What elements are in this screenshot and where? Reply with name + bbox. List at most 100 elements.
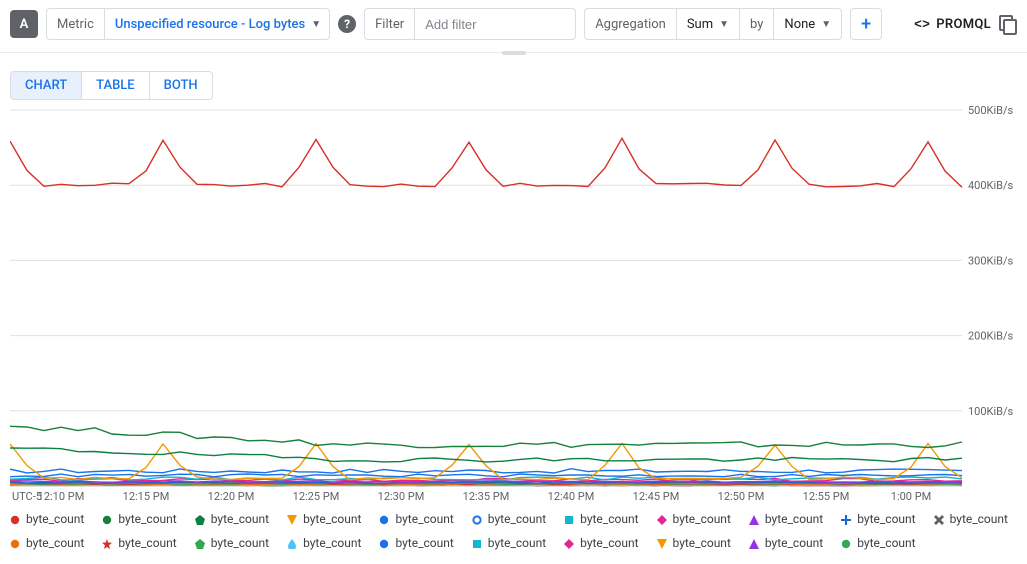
svg-text:100KiB/s: 100KiB/s bbox=[968, 405, 1014, 418]
legend-swatch-icon bbox=[749, 514, 759, 524]
legend-item[interactable]: byte_count bbox=[102, 512, 176, 526]
svg-text:12:20 PM: 12:20 PM bbox=[208, 490, 255, 503]
promql-toggle[interactable]: <> PROMQL bbox=[914, 17, 991, 32]
legend-item[interactable]: byte_count bbox=[195, 536, 269, 550]
legend-swatch-icon bbox=[195, 514, 205, 524]
code-icon: <> bbox=[914, 17, 930, 32]
filter-label: Filter bbox=[365, 9, 415, 39]
legend-item[interactable]: byte_count bbox=[841, 512, 915, 526]
legend-swatch-icon bbox=[657, 514, 667, 524]
chart-legend: byte_count byte_count byte_count byte_count… bbox=[0, 504, 1027, 564]
legend-swatch-icon bbox=[472, 538, 482, 548]
legend-item[interactable]: byte_count bbox=[564, 536, 638, 550]
legend-item[interactable]: byte_count bbox=[472, 512, 546, 526]
legend-label: byte_count bbox=[211, 536, 269, 550]
legend-item[interactable]: byte_count bbox=[10, 536, 84, 550]
legend-label: byte_count bbox=[395, 512, 453, 526]
legend-swatch-icon bbox=[10, 538, 20, 548]
legend-swatch-icon bbox=[10, 514, 20, 524]
metric-value-text: Unspecified resource - Log bytes bbox=[115, 17, 305, 32]
metric-value[interactable]: Unspecified resource - Log bytes ▼ bbox=[105, 9, 329, 39]
promql-label: PROMQL bbox=[936, 17, 991, 32]
svg-text:1:00 PM: 1:00 PM bbox=[891, 490, 931, 503]
aggregation-by-text: None bbox=[784, 17, 815, 32]
legend-swatch-icon bbox=[102, 514, 112, 524]
chart-container: 100KiB/s200KiB/s300KiB/s400KiB/s500KiB/s… bbox=[10, 104, 1017, 504]
legend-item[interactable]: byte_count bbox=[749, 512, 823, 526]
view-tab-both[interactable]: BOTH bbox=[150, 71, 213, 100]
legend-label: byte_count bbox=[488, 536, 546, 550]
chart-svg: 100KiB/s200KiB/s300KiB/s400KiB/s500KiB/s… bbox=[10, 104, 1017, 504]
legend-label: byte_count bbox=[488, 512, 546, 526]
legend-label: byte_count bbox=[765, 536, 823, 550]
svg-text:12:50 PM: 12:50 PM bbox=[718, 490, 765, 503]
aggregation-by[interactable]: None ▼ bbox=[774, 9, 841, 39]
legend-item[interactable]: byte_count bbox=[379, 536, 453, 550]
add-query-button[interactable]: + bbox=[850, 8, 882, 40]
aggregation-group: Aggregation Sum ▼ by None ▼ bbox=[584, 8, 842, 40]
svg-text:500KiB/s: 500KiB/s bbox=[968, 104, 1014, 117]
legend-item[interactable]: byte_count bbox=[472, 536, 546, 550]
legend-label: byte_count bbox=[303, 536, 361, 550]
svg-text:12:10 PM: 12:10 PM bbox=[38, 490, 85, 503]
svg-text:12:45 PM: 12:45 PM bbox=[633, 490, 680, 503]
legend-label: byte_count bbox=[765, 512, 823, 526]
copy-icon[interactable] bbox=[999, 15, 1017, 33]
svg-text:200KiB/s: 200KiB/s bbox=[968, 330, 1014, 343]
legend-swatch-icon bbox=[934, 514, 944, 524]
query-letter-badge: A bbox=[10, 10, 38, 38]
legend-item[interactable]: byte_count bbox=[657, 512, 731, 526]
legend-label: byte_count bbox=[857, 536, 915, 550]
legend-item[interactable]: byte_count bbox=[841, 536, 915, 550]
legend-swatch-icon bbox=[379, 514, 389, 524]
legend-label: byte_count bbox=[580, 536, 638, 550]
help-icon[interactable]: ? bbox=[338, 15, 356, 33]
query-toolbar: A Metric Unspecified resource - Log byte… bbox=[0, 0, 1027, 53]
legend-swatch-icon bbox=[657, 538, 667, 548]
legend-item[interactable]: byte_count bbox=[102, 536, 176, 550]
legend-swatch-icon bbox=[472, 514, 482, 524]
legend-item[interactable]: byte_count bbox=[195, 512, 269, 526]
svg-text:12:25 PM: 12:25 PM bbox=[293, 490, 340, 503]
legend-swatch-icon bbox=[287, 538, 297, 548]
view-tab-chart[interactable]: CHART bbox=[10, 71, 82, 100]
filter-input[interactable] bbox=[415, 9, 575, 39]
legend-swatch-icon bbox=[841, 514, 851, 524]
legend-swatch-icon bbox=[102, 538, 112, 548]
caret-down-icon: ▼ bbox=[311, 19, 321, 30]
aggregation-label: Aggregation bbox=[585, 9, 677, 39]
legend-item[interactable]: byte_count bbox=[934, 512, 1008, 526]
legend-item[interactable]: byte_count bbox=[749, 536, 823, 550]
svg-text:12:55 PM: 12:55 PM bbox=[803, 490, 850, 503]
legend-item[interactable]: byte_count bbox=[657, 536, 731, 550]
legend-label: byte_count bbox=[673, 536, 731, 550]
legend-label: byte_count bbox=[118, 536, 176, 550]
chart-plot[interactable]: 100KiB/s200KiB/s300KiB/s400KiB/s500KiB/s… bbox=[10, 104, 1017, 504]
caret-down-icon: ▼ bbox=[821, 19, 831, 30]
legend-label: byte_count bbox=[118, 512, 176, 526]
legend-label: byte_count bbox=[26, 536, 84, 550]
svg-text:12:15 PM: 12:15 PM bbox=[123, 490, 170, 503]
aggregation-func[interactable]: Sum ▼ bbox=[677, 9, 740, 39]
metric-selector[interactable]: Metric Unspecified resource - Log bytes … bbox=[46, 8, 330, 40]
legend-label: byte_count bbox=[580, 512, 638, 526]
legend-label: byte_count bbox=[303, 512, 361, 526]
legend-swatch-icon bbox=[841, 538, 851, 548]
legend-item[interactable]: byte_count bbox=[564, 512, 638, 526]
legend-item[interactable]: byte_count bbox=[379, 512, 453, 526]
aggregation-by-label: by bbox=[740, 9, 774, 39]
svg-text:12:30 PM: 12:30 PM bbox=[378, 490, 425, 503]
legend-item[interactable]: byte_count bbox=[287, 536, 361, 550]
svg-text:12:35 PM: 12:35 PM bbox=[463, 490, 510, 503]
svg-text:12:40 PM: 12:40 PM bbox=[548, 490, 595, 503]
filter-field[interactable]: Filter bbox=[364, 8, 576, 40]
legend-label: byte_count bbox=[673, 512, 731, 526]
legend-label: byte_count bbox=[857, 512, 915, 526]
view-tabs: CHARTTABLEBOTH bbox=[0, 55, 1027, 100]
legend-item[interactable]: byte_count bbox=[10, 512, 84, 526]
legend-item[interactable]: byte_count bbox=[287, 512, 361, 526]
view-tab-table[interactable]: TABLE bbox=[82, 71, 150, 100]
metric-label: Metric bbox=[47, 9, 105, 39]
legend-label: byte_count bbox=[950, 512, 1008, 526]
legend-swatch-icon bbox=[564, 514, 574, 524]
